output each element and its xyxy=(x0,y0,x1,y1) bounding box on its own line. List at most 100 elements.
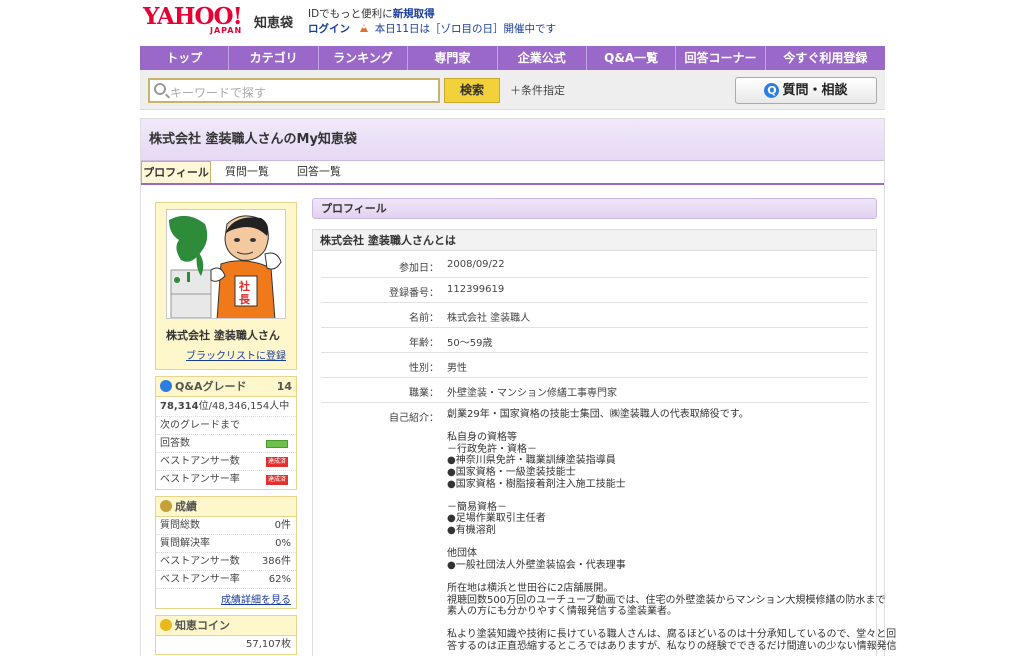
best-rate-label: ベストアンサー率 xyxy=(160,474,240,485)
signup-link[interactable]: 新規取得 xyxy=(393,8,435,20)
intro-text: 創業29年・国家資格の技能士集団、㈱塗装職人の代表取締役です。 私自身の資格等 … xyxy=(447,409,897,652)
ask-button[interactable]: Q 質問・相談 xyxy=(735,77,877,104)
profile-row-joined: 参加日： 2008/09/22 xyxy=(321,253,868,278)
results-label: 質問解決率 xyxy=(160,538,210,549)
coin-box: 知恵コイン 57,107枚 xyxy=(155,615,297,655)
results-value: 0件 xyxy=(274,520,291,531)
nav-top[interactable]: トップ xyxy=(140,46,230,70)
best-count-row: ベストアンサー数 達成済 xyxy=(156,453,296,471)
results-label: ベストアンサー数 xyxy=(160,556,240,567)
yahoo-logo-sub: JAPAN xyxy=(210,26,243,35)
results-detail-link[interactable]: 成績詳細を見る xyxy=(156,589,296,608)
profile-row-regno: 登録番号： 112399619 xyxy=(321,278,868,303)
grade-box: Q&Aグレード 14 78,314位/48,346,154人中 次のグレードまで… xyxy=(155,376,297,490)
coin-icon xyxy=(160,619,172,631)
coin-title: 知恵コイン xyxy=(175,619,230,632)
best-rate-row: ベストアンサー率 達成済 xyxy=(156,471,296,489)
event-icon xyxy=(360,24,369,32)
tab-profile[interactable]: プロフィール xyxy=(141,161,211,183)
tab-answers[interactable]: 回答一覧 xyxy=(289,161,349,183)
answers-progress-bar xyxy=(266,440,288,448)
search-icon xyxy=(154,83,166,95)
results-label: 質問総数 xyxy=(160,520,200,531)
search-bar: キーワードで探す 検索 ＋条件指定 Q 質問・相談 xyxy=(140,70,885,110)
avatar-illustration: 社 長 xyxy=(167,210,285,318)
nav-register[interactable]: 今すぐ利用登録 xyxy=(766,46,885,70)
sidebar: 社 長 株式会社 塗装職人さん ブラックリストに登録 Q&Aグレード 14 78… xyxy=(155,202,297,656)
grade-title: Q&Aグレード xyxy=(175,380,247,393)
svg-text:長: 長 xyxy=(239,293,251,306)
global-nav: トップ カテゴリ ランキング 専門家 企業公式 Q&A一覧 回答コーナー 今すぐ… xyxy=(140,46,885,70)
rank-value: 78,314 xyxy=(160,401,199,412)
ask-button-label: 質問・相談 xyxy=(782,83,848,98)
field-value: 男性 xyxy=(447,363,467,374)
profile-card: 社 長 株式会社 塗装職人さん ブラックリストに登録 xyxy=(155,202,297,370)
service-name[interactable]: 知恵袋 xyxy=(254,12,293,31)
rank-suffix: 位/48,346,154人中 xyxy=(198,401,290,412)
event-notice[interactable]: 本日11日は［ゾロ目の日］開催中です xyxy=(375,23,556,35)
coin-value: 57,107枚 xyxy=(246,639,291,650)
results-value: 62% xyxy=(268,574,291,585)
field-key: 参加日： xyxy=(399,263,439,274)
field-key: 性別： xyxy=(409,363,439,374)
field-value: 2008/09/22 xyxy=(447,259,505,270)
signup-prompt: IDでもっと便利に新規取得 xyxy=(308,6,435,21)
results-row: ベストアンサー数 386件 xyxy=(156,553,296,571)
avatar: 社 長 xyxy=(166,209,286,319)
profile-name: 株式会社 塗装職人さん xyxy=(166,329,280,342)
field-key: 名前： xyxy=(409,313,439,324)
header: YAHOO! JAPAN 知恵袋 IDでもっと便利に新規取得 ログイン 本日11… xyxy=(140,4,885,44)
best-count-badge: 達成済 xyxy=(266,457,288,467)
field-value: 112399619 xyxy=(447,284,505,295)
tab-questions[interactable]: 質問一覧 xyxy=(217,161,277,183)
nav-official[interactable]: 企業公式 xyxy=(498,46,587,70)
blacklist-link[interactable]: ブラックリストに登録 xyxy=(160,347,286,362)
results-row: 質問解決率 0% xyxy=(156,535,296,553)
search-input[interactable]: キーワードで探す xyxy=(148,78,440,103)
results-box: 成績 質問総数 0件 質問解決率 0% ベストアンサー数 386件 ベストアンサー率 6… xyxy=(155,496,297,609)
profile-box-title: 株式会社 塗装職人さんとは xyxy=(313,230,876,251)
grade-rank: 78,314位/48,346,154人中 xyxy=(156,397,296,417)
nav-category[interactable]: カテゴリ xyxy=(229,46,319,70)
svg-text:社: 社 xyxy=(238,279,250,293)
field-value: 株式会社 塗装職人 xyxy=(447,313,531,324)
coin-header: 知恵コイン xyxy=(156,616,296,636)
answers-row: 回答数 xyxy=(156,435,296,453)
profile-section-title: プロフィール xyxy=(312,198,877,219)
results-row: 質問総数 0件 xyxy=(156,517,296,535)
question-icon: Q xyxy=(764,83,780,98)
grade-icon xyxy=(160,380,172,392)
nav-qa-list[interactable]: Q&A一覧 xyxy=(587,46,677,70)
grade-header: Q&Aグレード 14 xyxy=(156,377,296,397)
results-icon xyxy=(160,500,172,512)
results-value: 0% xyxy=(275,538,291,549)
search-placeholder: キーワードで探す xyxy=(170,86,267,100)
profile-row-age: 年齢： 50～59歳 xyxy=(321,328,868,353)
grade-level: 14 xyxy=(276,380,292,393)
profile-box: 株式会社 塗装職人さんとは 参加日： 2008/09/22 登録番号： 112399… xyxy=(312,229,897,656)
nav-answer-corner[interactable]: 回答コーナー xyxy=(676,46,766,70)
results-row: ベストアンサー率 62% xyxy=(156,571,296,589)
results-label: ベストアンサー率 xyxy=(160,574,240,585)
intro-key: 自己紹介： xyxy=(389,413,439,424)
profile-row-name: 名前： 株式会社 塗装職人 xyxy=(321,303,868,328)
best-count-label: ベストアンサー数 xyxy=(160,456,240,467)
results-value: 386件 xyxy=(261,556,291,567)
nav-expert[interactable]: 専門家 xyxy=(408,46,498,70)
next-grade-label: 次のグレードまで xyxy=(156,417,296,435)
profile-row-job: 職業： 外壁塗装・マンション修繕工事専門家 xyxy=(321,378,868,403)
nav-ranking[interactable]: ランキング xyxy=(319,46,409,70)
field-key: 登録番号： xyxy=(389,288,439,299)
signup-text: IDでもっと便利に xyxy=(308,8,393,20)
field-key: 年齢： xyxy=(409,338,439,349)
page-title: 株式会社 塗装職人さんのMy知恵袋 xyxy=(141,119,884,161)
results-header: 成績 xyxy=(156,497,296,517)
search-button[interactable]: 検索 xyxy=(444,78,500,103)
login-link[interactable]: ログイン xyxy=(308,23,350,35)
best-rate-badge: 達成済 xyxy=(266,475,288,485)
condition-link[interactable]: ＋条件指定 xyxy=(510,82,565,98)
results-title: 成績 xyxy=(175,500,197,513)
profile-row-gender: 性別： 男性 xyxy=(321,353,868,378)
field-value: 外壁塗装・マンション修繕工事専門家 xyxy=(447,388,617,399)
tab-bar: プロフィール 質問一覧 回答一覧 xyxy=(141,161,884,185)
